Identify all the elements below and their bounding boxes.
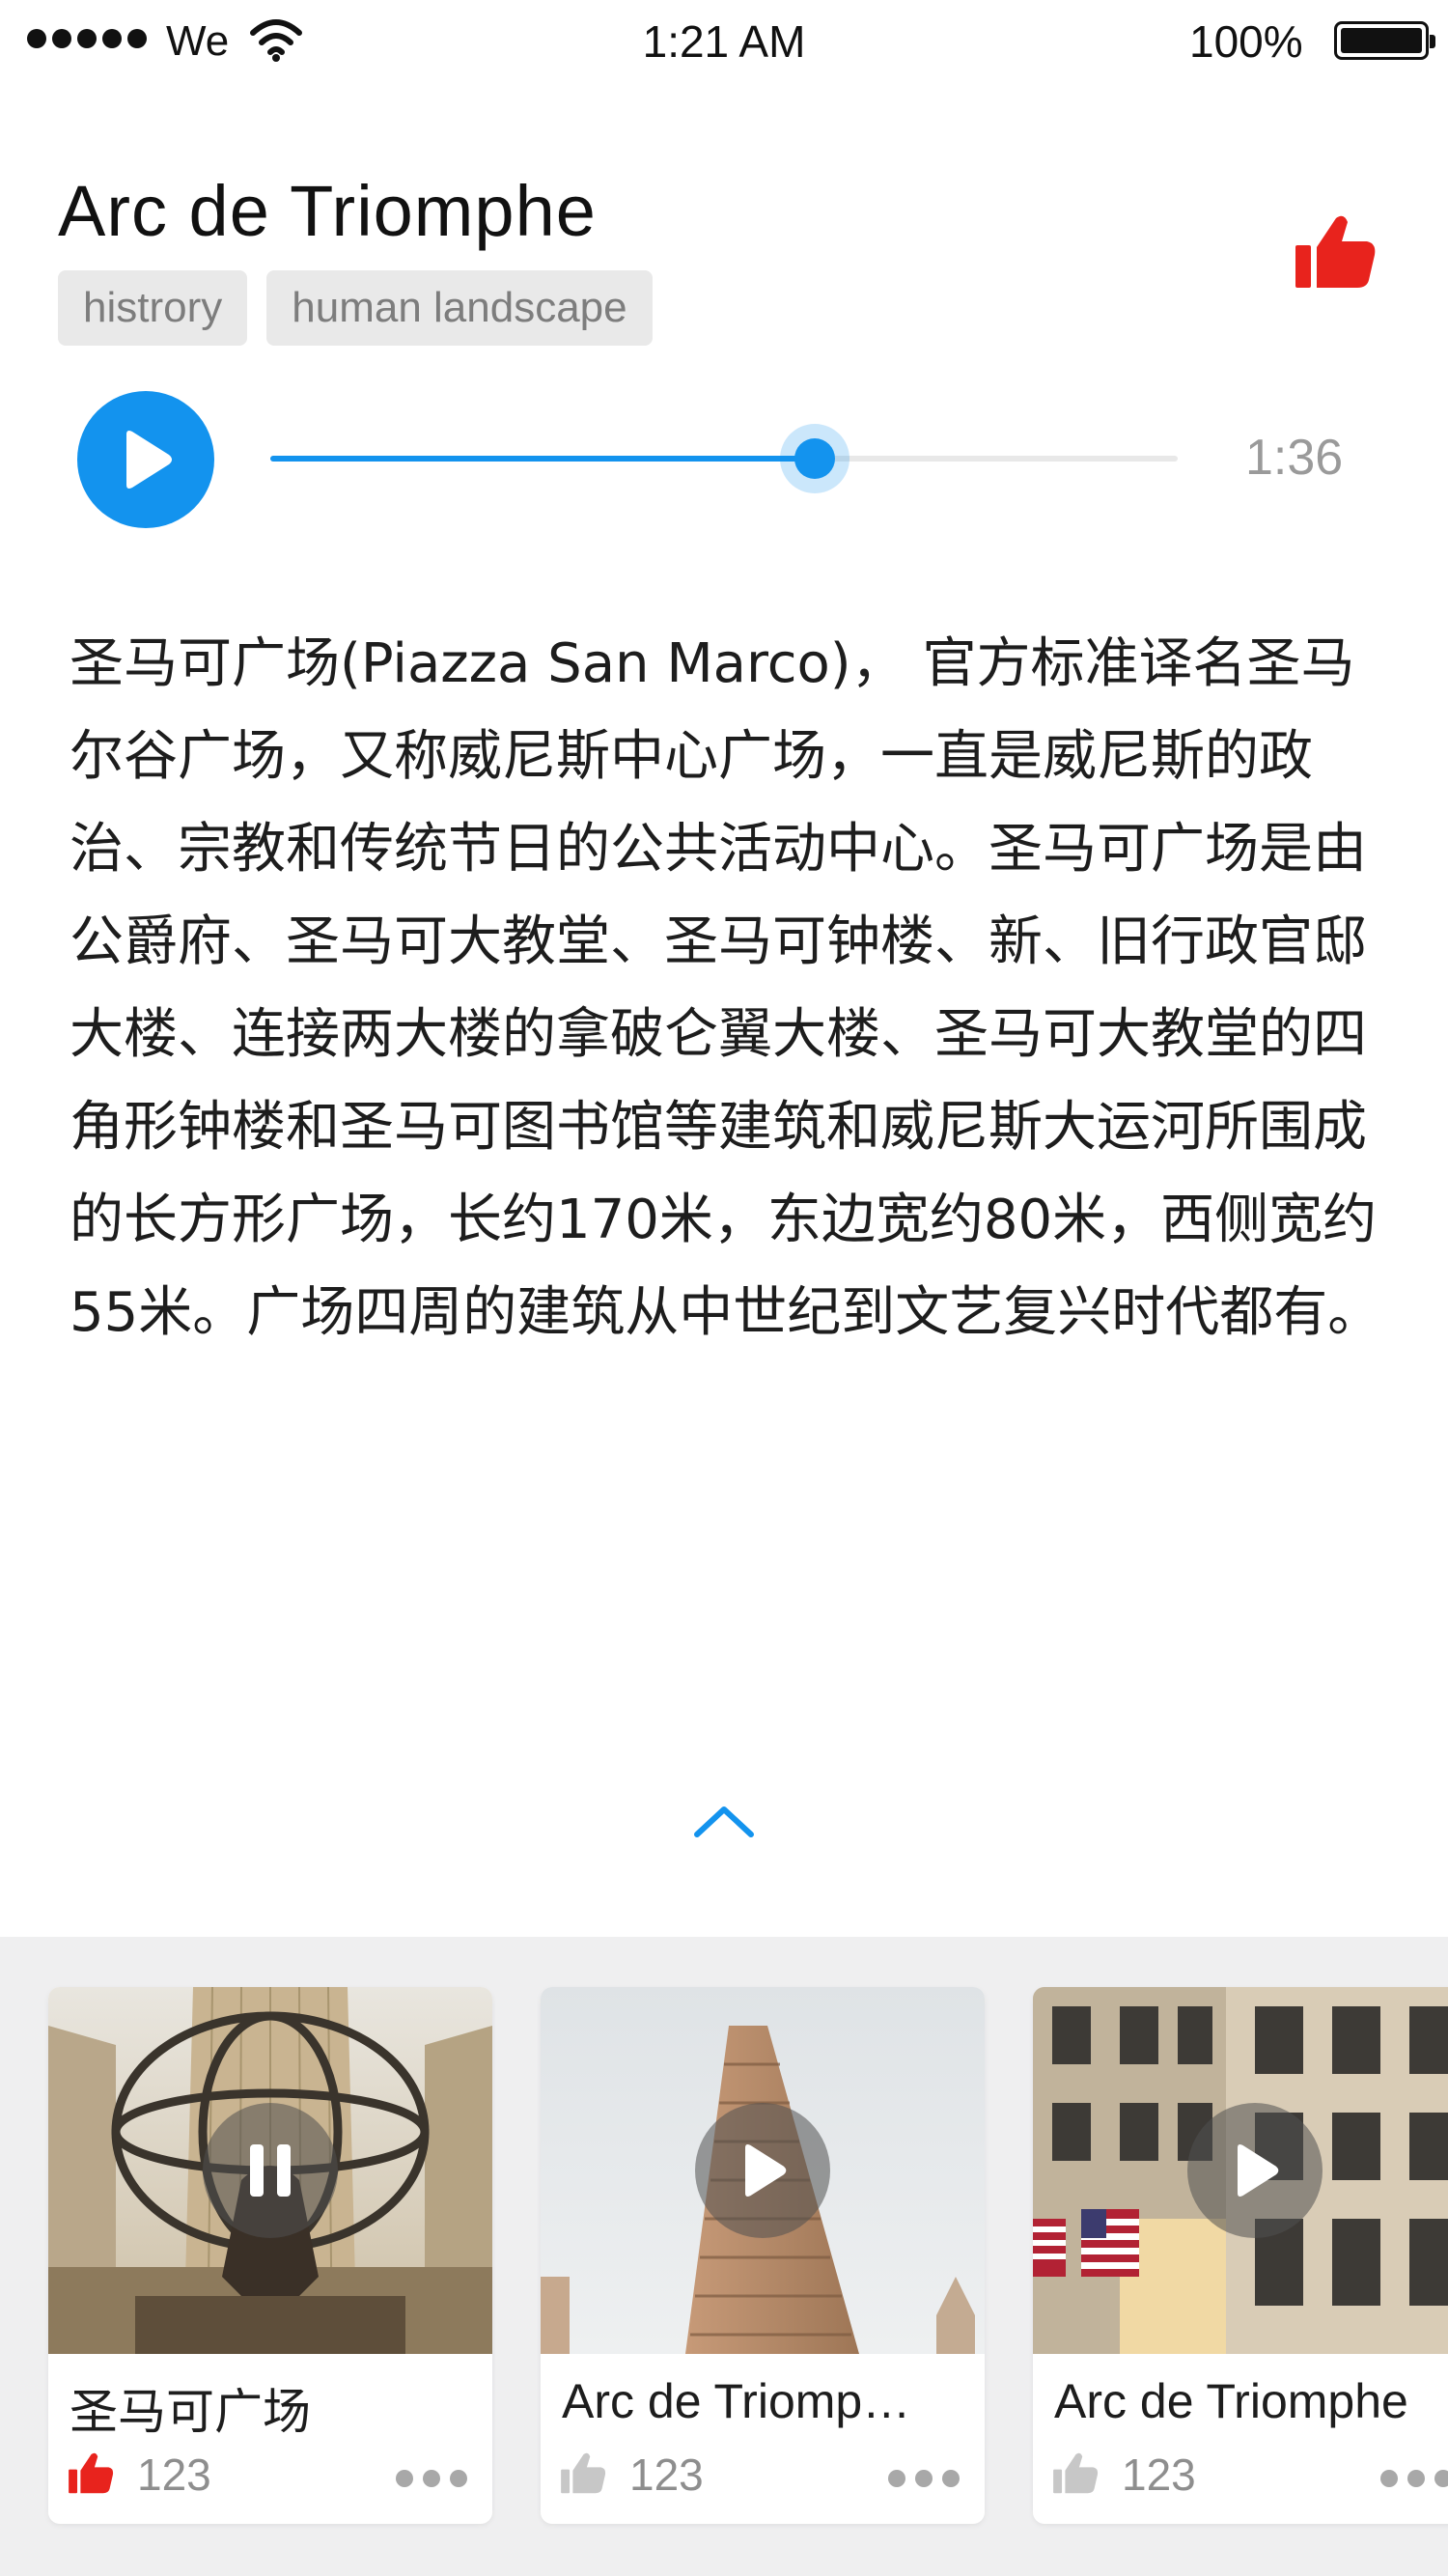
more-icon[interactable] xyxy=(888,2470,960,2487)
card-image-flatiron xyxy=(541,1987,985,2354)
play-icon xyxy=(745,2144,787,2197)
like-count: 123 xyxy=(137,2450,211,2500)
tag-list: histrory human landscape xyxy=(58,270,653,346)
card-1[interactable]: 圣马可广场 123 xyxy=(48,1987,492,2524)
thumbs-up-icon[interactable] xyxy=(560,2450,606,2495)
duration-label: 1:36 xyxy=(1245,430,1344,486)
battery-percent: 100% xyxy=(1189,16,1303,67)
related-panel: 圣马可广场 123 Arc de Triomp… 123 Arc de Trio… xyxy=(0,1937,1448,2576)
card-title: Arc de Triomp… xyxy=(562,2374,911,2428)
progress-knob[interactable] xyxy=(780,424,849,493)
description-text: 圣马可广场(Piazza San Marco)， 官方标准译名圣马尔谷广场，又称… xyxy=(70,632,1382,1344)
card-title: 圣马可广场 xyxy=(70,2385,311,2439)
like-count: 123 xyxy=(1122,2450,1196,2500)
card-title: Arc de Triomphe xyxy=(1054,2374,1408,2428)
progress-fill xyxy=(270,456,815,462)
more-icon[interactable] xyxy=(396,2470,467,2487)
play-icon xyxy=(1238,2144,1279,2197)
thumbs-up-icon[interactable] xyxy=(1052,2450,1099,2495)
page-title: Arc de Triomphe xyxy=(58,171,597,251)
like-count: 123 xyxy=(629,2450,704,2500)
play-icon xyxy=(126,431,172,489)
battery-icon xyxy=(1334,21,1435,60)
status-bar: We 1:21 AM 100% xyxy=(0,0,1448,81)
thumbs-up-icon[interactable] xyxy=(68,2450,114,2495)
card-2[interactable]: Arc de Triomp… 123 xyxy=(541,1987,985,2524)
thumbs-up-icon[interactable] xyxy=(1294,212,1377,290)
play-button[interactable] xyxy=(1187,2103,1323,2238)
tag-human-landscape[interactable]: human landscape xyxy=(266,270,653,346)
progress-slider[interactable] xyxy=(270,424,1178,493)
pause-icon xyxy=(250,2144,291,2197)
tag-history[interactable]: histrory xyxy=(58,270,248,346)
more-icon[interactable] xyxy=(1380,2470,1448,2487)
play-button[interactable] xyxy=(695,2103,830,2238)
chevron-up-icon[interactable] xyxy=(691,1802,757,1840)
pause-button[interactable] xyxy=(203,2103,338,2238)
card-image-atlas-statue xyxy=(48,1987,492,2354)
play-button[interactable] xyxy=(77,391,214,528)
card-3[interactable]: Arc de Triomphe 123 xyxy=(1033,1987,1448,2524)
card-image-building-flags xyxy=(1033,1987,1448,2354)
